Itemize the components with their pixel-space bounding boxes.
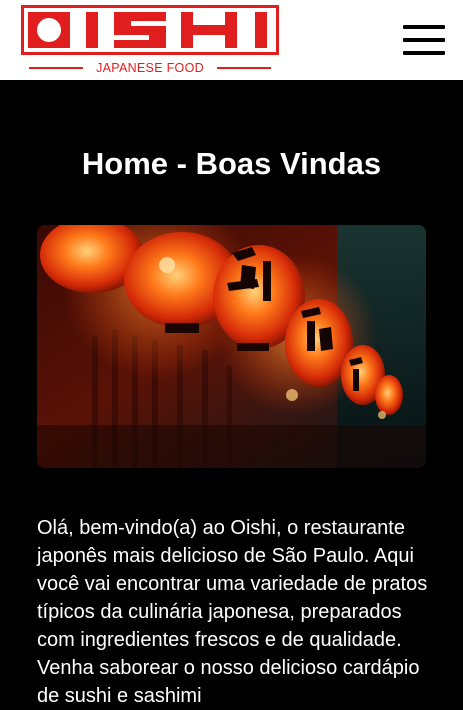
logo-letter-s — [114, 12, 166, 48]
logo-wordmark — [28, 12, 267, 48]
lanterns-photo — [37, 225, 426, 468]
logo-letter-i-2 — [255, 12, 267, 48]
logo-subtitle: JAPANESE FOOD — [96, 61, 204, 75]
intro-text: Olá, bem-vindo(a) ao Oishi, o restaurant… — [37, 517, 428, 707]
menu-bar-top — [403, 25, 445, 29]
main-content: Home - Boas Vindas Olá, bem-vindo(a) ao … — [0, 80, 463, 707]
logo-rule-right — [217, 67, 271, 69]
menu-bar-bottom — [403, 51, 445, 55]
logo-subtitle-row: JAPANESE FOOD — [29, 60, 271, 76]
logo-rule-left — [29, 67, 83, 69]
menu-bar-middle — [403, 38, 445, 42]
hamburger-icon[interactable] — [400, 22, 446, 58]
site-header: JAPANESE FOOD — [0, 0, 463, 80]
logo-letter-h — [181, 12, 237, 48]
oishi-logo[interactable]: JAPANESE FOOD — [21, 5, 279, 77]
logo-letter-o — [28, 12, 70, 48]
logo-letter-i — [86, 12, 98, 48]
page-title: Home - Boas Vindas — [81, 146, 382, 181]
hero-image — [37, 225, 426, 468]
